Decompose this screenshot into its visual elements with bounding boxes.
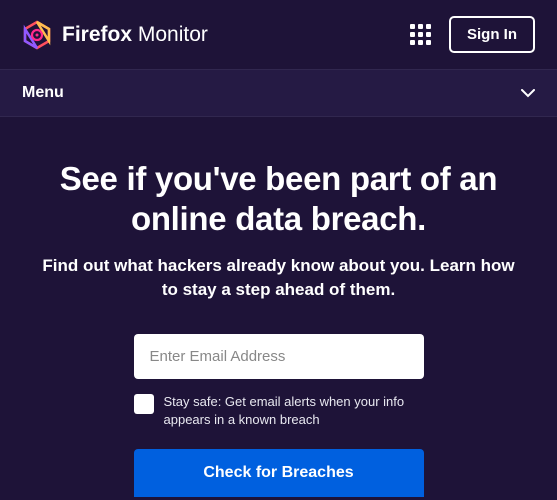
header-actions: Sign In xyxy=(410,16,535,53)
check-breaches-button[interactable]: Check for Breaches xyxy=(134,449,424,497)
alerts-checkbox-row: Stay safe: Get email alerts when your in… xyxy=(134,393,424,429)
chevron-down-icon xyxy=(521,85,535,101)
brand-text: Firefox Monitor xyxy=(62,23,208,47)
brand[interactable]: Firefox Monitor xyxy=(22,20,208,50)
hero-subtitle: Find out what hackers already know about… xyxy=(24,254,533,302)
email-input[interactable] xyxy=(134,334,424,379)
signin-button[interactable]: Sign In xyxy=(449,16,535,53)
breach-check-form: Stay safe: Get email alerts when your in… xyxy=(134,334,424,497)
menu-bar[interactable]: Menu xyxy=(0,69,557,117)
header: Firefox Monitor Sign In xyxy=(0,0,557,69)
apps-grid-icon[interactable] xyxy=(410,24,431,45)
alerts-checkbox-label: Stay safe: Get email alerts when your in… xyxy=(164,393,424,429)
firefox-monitor-logo-icon xyxy=(22,20,52,50)
menu-label: Menu xyxy=(22,84,64,102)
hero-title: See if you've been part of an online dat… xyxy=(24,159,533,238)
alerts-checkbox[interactable] xyxy=(134,394,154,414)
hero: See if you've been part of an online dat… xyxy=(0,117,557,497)
